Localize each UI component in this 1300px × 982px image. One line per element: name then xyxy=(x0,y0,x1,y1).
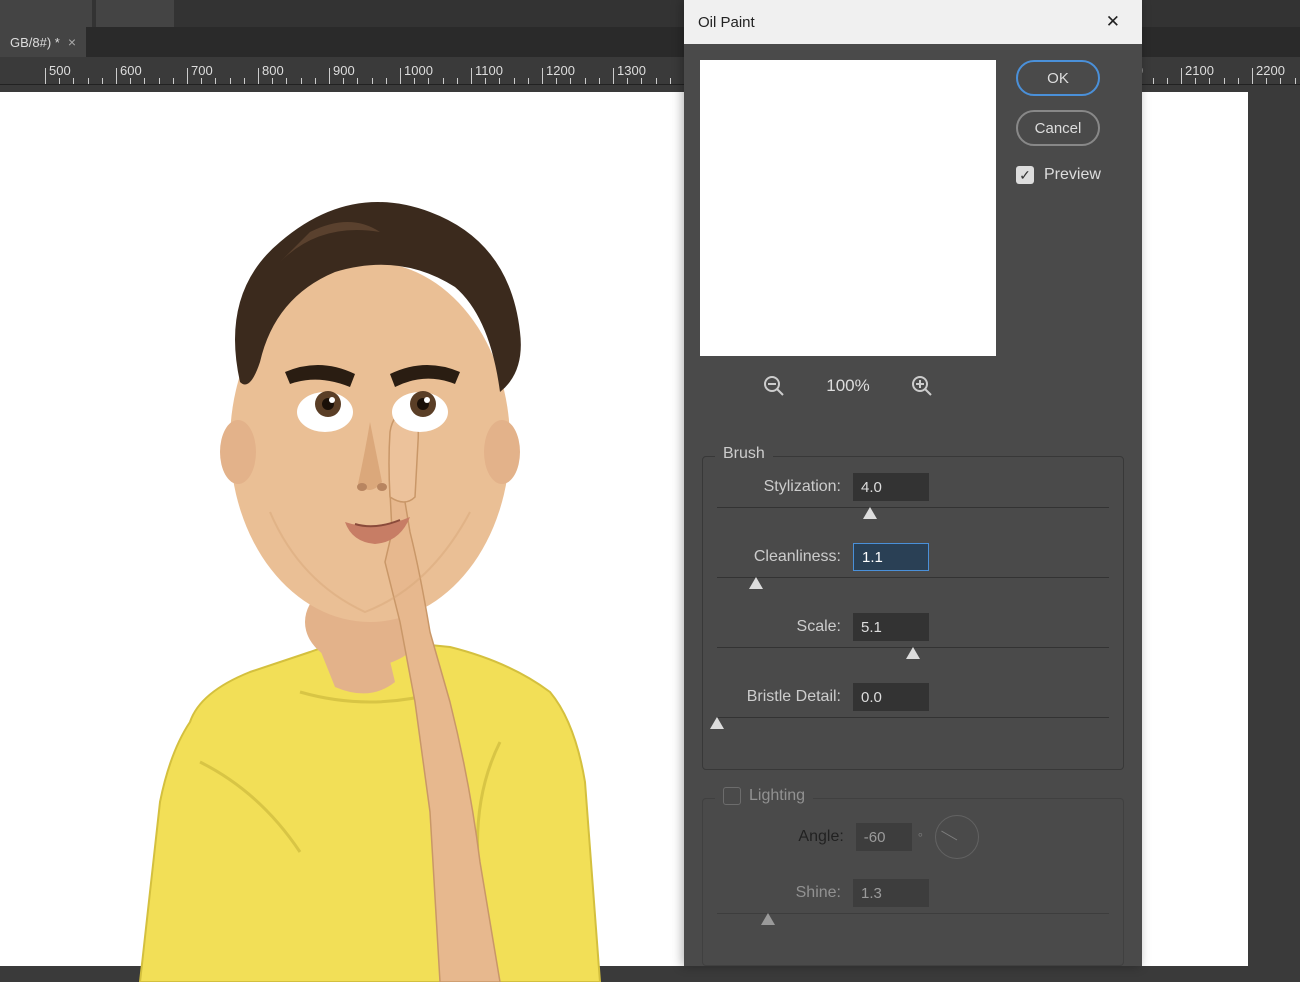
slider-thumb-icon[interactable] xyxy=(863,507,877,519)
angle-dial[interactable] xyxy=(935,815,979,859)
dialog-title-text: Oil Paint xyxy=(698,14,755,31)
zoom-level[interactable]: 100% xyxy=(826,376,869,396)
stylization-input[interactable] xyxy=(853,473,929,501)
lighting-checkbox[interactable] xyxy=(723,787,741,805)
brush-group: Brush Stylization: Cleanliness: Scale: xyxy=(702,456,1124,770)
lighting-legend[interactable]: Lighting xyxy=(715,787,813,805)
lighting-legend-label: Lighting xyxy=(749,787,805,805)
preview-thumbnail[interactable] xyxy=(700,60,996,356)
ok-button-label: OK xyxy=(1047,70,1069,87)
document-tab[interactable]: GB/8#) * × xyxy=(0,27,86,57)
preview-checkbox[interactable]: ✓ Preview xyxy=(1016,166,1126,184)
cancel-button-label: Cancel xyxy=(1035,120,1082,137)
zoom-out-icon[interactable] xyxy=(762,374,786,398)
stylization-label: Stylization: xyxy=(764,478,841,496)
ruler-label: 1100 xyxy=(475,63,503,78)
shine-slider[interactable] xyxy=(717,913,1109,933)
ruler-label: 700 xyxy=(191,63,213,78)
dialog-titlebar[interactable]: Oil Paint ✕ xyxy=(684,0,1142,44)
scale-input[interactable] xyxy=(853,613,929,641)
ruler-label: 2200 xyxy=(1256,63,1285,78)
degree-symbol: ° xyxy=(918,830,923,845)
ruler-label: 500 xyxy=(49,63,71,78)
oil-paint-dialog: Oil Paint ✕ 100% xyxy=(684,0,1142,966)
close-icon[interactable]: × xyxy=(68,34,76,50)
ruler-label: 2100 xyxy=(1185,63,1214,78)
cleanliness-slider[interactable] xyxy=(717,577,1109,597)
document-tab-label: GB/8#) * xyxy=(10,35,60,50)
slider-thumb-icon[interactable] xyxy=(906,647,920,659)
ruler-label: 1200 xyxy=(546,63,575,78)
ruler-label: 600 xyxy=(120,63,142,78)
cleanliness-label: Cleanliness: xyxy=(754,548,841,566)
slider-thumb-icon[interactable] xyxy=(761,913,775,925)
preview-checkbox-label: Preview xyxy=(1044,166,1101,184)
zoom-in-icon[interactable] xyxy=(910,374,934,398)
bristle-detail-input[interactable] xyxy=(853,683,929,711)
shine-label: Shine: xyxy=(796,884,841,902)
ok-button[interactable]: OK xyxy=(1016,60,1100,96)
tab-button[interactable] xyxy=(0,0,92,27)
shine-input[interactable] xyxy=(853,879,929,907)
slider-thumb-icon[interactable] xyxy=(710,717,724,729)
angle-input[interactable] xyxy=(856,823,912,851)
brush-legend: Brush xyxy=(715,445,773,463)
cleanliness-input[interactable] xyxy=(853,543,929,571)
ruler-label: 900 xyxy=(333,63,355,78)
angle-label: Angle: xyxy=(798,828,843,846)
scale-label: Scale: xyxy=(797,618,841,636)
lighting-group: Lighting Angle: ° Shine: xyxy=(702,798,1124,966)
tab-button[interactable] xyxy=(96,0,174,27)
ruler-label: 800 xyxy=(262,63,284,78)
stylization-slider[interactable] xyxy=(717,507,1109,527)
check-icon: ✓ xyxy=(1016,166,1034,184)
ruler-label: 1000 xyxy=(404,63,433,78)
ruler-label: 1300 xyxy=(617,63,646,78)
close-icon[interactable]: ✕ xyxy=(1098,8,1128,36)
cancel-button[interactable]: Cancel xyxy=(1016,110,1100,146)
scale-slider[interactable] xyxy=(717,647,1109,667)
artwork-person xyxy=(120,162,620,982)
zoom-controls: 100% xyxy=(700,374,996,398)
bristle-detail-slider[interactable] xyxy=(717,717,1109,737)
slider-thumb-icon[interactable] xyxy=(749,577,763,589)
bristle-detail-label: Bristle Detail: xyxy=(747,688,841,706)
